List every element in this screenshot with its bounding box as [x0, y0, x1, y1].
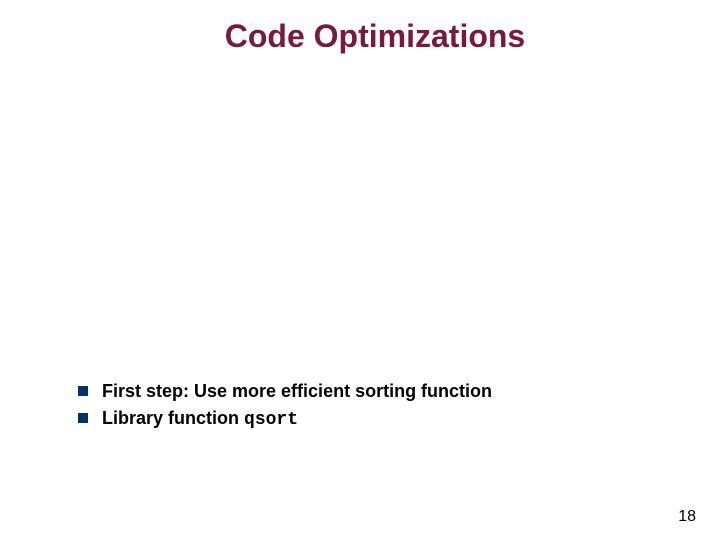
bullet-code: qsort — [244, 410, 298, 430]
list-item: Library function qsort — [78, 407, 680, 432]
bullet-text: First step: Use more efficient sorting f… — [102, 380, 492, 403]
slide-title: Code Optimizations — [0, 18, 720, 55]
page-number: 18 — [678, 508, 696, 526]
bullet-icon — [78, 413, 88, 423]
bullet-list: First step: Use more efficient sorting f… — [78, 380, 680, 435]
bullet-icon — [78, 386, 88, 396]
slide: Code Optimizations First step: Use more … — [0, 0, 720, 540]
bullet-text: Library function qsort — [102, 407, 298, 432]
list-item: First step: Use more efficient sorting f… — [78, 380, 680, 403]
bullet-text-prefix: Library function — [102, 408, 244, 428]
